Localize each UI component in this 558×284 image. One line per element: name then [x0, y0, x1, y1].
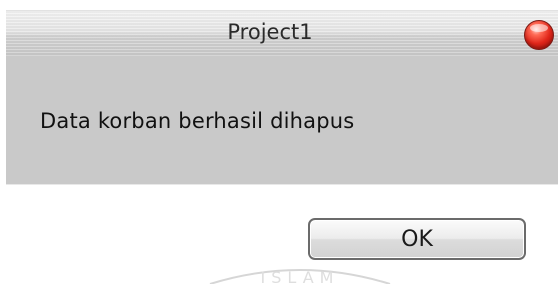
top-margin	[0, 0, 558, 10]
close-orb-icon	[530, 24, 548, 32]
divider	[6, 184, 558, 185]
message-dialog: Project1 Data korban berhasil dihapus OK…	[0, 0, 558, 284]
dialog-message: Data korban berhasil dihapus	[40, 109, 355, 133]
ok-button[interactable]: OK	[308, 218, 526, 260]
close-button[interactable]	[524, 20, 554, 50]
window-title: Project1	[227, 20, 313, 44]
